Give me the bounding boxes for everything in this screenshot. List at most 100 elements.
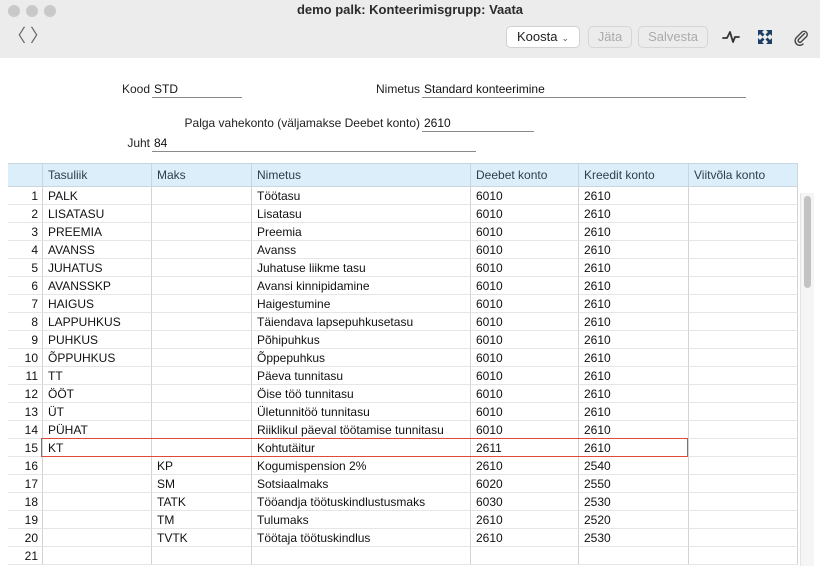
cell-nimetus[interactable]: Ületunnitöö tunnitasu: [251, 403, 470, 421]
cell-viitvola-konto[interactable]: [688, 223, 798, 241]
cell-deebet-konto[interactable]: 6010: [470, 367, 578, 385]
cell-kreedit-konto[interactable]: 2530: [578, 493, 688, 511]
table-row[interactable]: 1 PALK Töötasu 6010 2610: [8, 187, 798, 205]
cell-maks[interactable]: [151, 421, 251, 439]
cell-nimetus[interactable]: [251, 547, 470, 565]
cell-tasuliik[interactable]: HAIGUS: [42, 295, 151, 313]
cell-tasuliik[interactable]: [42, 547, 151, 565]
cell-tasuliik[interactable]: [42, 457, 151, 475]
back-button[interactable]: 〈: [8, 27, 26, 45]
column-header-deebet-konto[interactable]: Deebet konto: [470, 164, 578, 186]
table-row[interactable]: 3 PREEMIA Preemia 6010 2610: [8, 223, 798, 241]
cell-kreedit-konto[interactable]: 2610: [578, 205, 688, 223]
cell-tasuliik[interactable]: AVANSSKP: [42, 277, 151, 295]
table-row[interactable]: 10 ÕPPUHKUS Õppepuhkus 6010 2610: [8, 349, 798, 367]
cell-tasuliik[interactable]: KT: [42, 439, 151, 457]
vertical-scrollbar[interactable]: [800, 193, 814, 566]
table-row[interactable]: 18 TATK Tööandja töötuskindlustusmaks 6030 2…: [8, 493, 798, 511]
cell-viitvola-konto[interactable]: [688, 547, 798, 565]
cell-maks[interactable]: TM: [151, 511, 251, 529]
cell-tasuliik[interactable]: LAPPUHKUS: [42, 313, 151, 331]
cell-viitvola-konto[interactable]: [688, 367, 798, 385]
column-header-kreedit-konto[interactable]: Kreedit konto: [578, 164, 688, 186]
cell-nimetus[interactable]: Päeva tunnitasu: [251, 367, 470, 385]
cell-nimetus[interactable]: Öise töö tunnitasu: [251, 385, 470, 403]
cell-kreedit-konto[interactable]: 2610: [578, 277, 688, 295]
cell-maks[interactable]: [151, 547, 251, 565]
cell-kreedit-konto[interactable]: 2610: [578, 385, 688, 403]
cell-kreedit-konto[interactable]: 2540: [578, 457, 688, 475]
cell-nimetus[interactable]: Töötasu: [251, 187, 470, 205]
cell-kreedit-konto[interactable]: 2610: [578, 313, 688, 331]
cell-kreedit-konto[interactable]: 2610: [578, 331, 688, 349]
cell-viitvola-konto[interactable]: [688, 349, 798, 367]
cell-deebet-konto[interactable]: 6010: [470, 349, 578, 367]
cell-viitvola-konto[interactable]: [688, 421, 798, 439]
cell-maks[interactable]: [151, 439, 251, 457]
cell-kreedit-konto[interactable]: [578, 547, 688, 565]
table-row[interactable]: 20 TVTK Töötaja töötuskindlus 2610 2530: [8, 529, 798, 547]
cell-nimetus[interactable]: Täiendava lapsepuhkusetasu: [251, 313, 470, 331]
cell-kreedit-konto[interactable]: 2610: [578, 403, 688, 421]
cell-viitvola-konto[interactable]: [688, 529, 798, 547]
cell-nimetus[interactable]: Kohtutäitur: [251, 439, 470, 457]
cell-tasuliik[interactable]: PREEMIA: [42, 223, 151, 241]
cell-nimetus[interactable]: Lisatasu: [251, 205, 470, 223]
cell-maks[interactable]: [151, 367, 251, 385]
cell-nimetus[interactable]: Tööandja töötuskindlustusmaks: [251, 493, 470, 511]
cell-tasuliik[interactable]: [42, 475, 151, 493]
cell-deebet-konto[interactable]: 6010: [470, 277, 578, 295]
cell-viitvola-konto[interactable]: [688, 187, 798, 205]
cell-nimetus[interactable]: Juhatuse liikme tasu: [251, 259, 470, 277]
cell-viitvola-konto[interactable]: [688, 313, 798, 331]
cell-nimetus[interactable]: Avansi kinnipidamine: [251, 277, 470, 295]
cell-viitvola-konto[interactable]: [688, 457, 798, 475]
cell-kreedit-konto[interactable]: 2610: [578, 349, 688, 367]
cell-nimetus[interactable]: Töötaja töötuskindlus: [251, 529, 470, 547]
cell-kreedit-konto[interactable]: 2610: [578, 439, 688, 457]
table-row[interactable]: 16 KP Kogumispension 2% 2610 2540: [8, 457, 798, 475]
cell-deebet-konto[interactable]: 6010: [470, 241, 578, 259]
cell-kreedit-konto[interactable]: 2530: [578, 529, 688, 547]
cell-kreedit-konto[interactable]: 2520: [578, 511, 688, 529]
forward-button[interactable]: 〉: [30, 27, 48, 45]
cell-deebet-konto[interactable]: 6010: [470, 205, 578, 223]
activity-icon[interactable]: [722, 28, 740, 46]
cell-deebet-konto[interactable]: [470, 547, 578, 565]
column-header-nimetus[interactable]: Nimetus: [251, 164, 470, 186]
cell-kreedit-konto[interactable]: 2610: [578, 421, 688, 439]
cell-maks[interactable]: SM: [151, 475, 251, 493]
cell-maks[interactable]: [151, 331, 251, 349]
cell-tasuliik[interactable]: ÖÖT: [42, 385, 151, 403]
cell-tasuliik[interactable]: LISATASU: [42, 205, 151, 223]
cell-viitvola-konto[interactable]: [688, 331, 798, 349]
cell-kreedit-konto[interactable]: 2610: [578, 295, 688, 313]
cell-deebet-konto[interactable]: 2611: [470, 439, 578, 457]
palga-vahekonto-field[interactable]: 2610: [422, 116, 534, 132]
table-row[interactable]: 4 AVANSS Avanss 6010 2610: [8, 241, 798, 259]
cell-nimetus[interactable]: Preemia: [251, 223, 470, 241]
cell-nimetus[interactable]: Põhipuhkus: [251, 331, 470, 349]
cell-nimetus[interactable]: Riiklikul päeval töötamise tunnitasu: [251, 421, 470, 439]
cell-deebet-konto[interactable]: 2610: [470, 511, 578, 529]
cell-nimetus[interactable]: Õppepuhkus: [251, 349, 470, 367]
cell-tasuliik[interactable]: PUHKUS: [42, 331, 151, 349]
cell-deebet-konto[interactable]: 6010: [470, 331, 578, 349]
cell-nimetus[interactable]: Sotsiaalmaks: [251, 475, 470, 493]
cell-deebet-konto[interactable]: 6010: [470, 421, 578, 439]
cell-nimetus[interactable]: Kogumispension 2%: [251, 457, 470, 475]
cell-tasuliik[interactable]: [42, 529, 151, 547]
salvesta-button[interactable]: Salvesta: [638, 26, 708, 48]
cell-viitvola-konto[interactable]: [688, 295, 798, 313]
cell-deebet-konto[interactable]: 6010: [470, 259, 578, 277]
jata-button[interactable]: Jäta: [588, 26, 632, 48]
cell-nimetus[interactable]: Avanss: [251, 241, 470, 259]
cell-deebet-konto[interactable]: 2610: [470, 457, 578, 475]
cell-maks[interactable]: TATK: [151, 493, 251, 511]
cell-viitvola-konto[interactable]: [688, 493, 798, 511]
cell-viitvola-konto[interactable]: [688, 403, 798, 421]
cell-tasuliik[interactable]: PÜHAT: [42, 421, 151, 439]
cell-viitvola-konto[interactable]: [688, 205, 798, 223]
cell-maks[interactable]: KP: [151, 457, 251, 475]
table-row[interactable]: 15 KT Kohtutäitur 2611 2610: [8, 439, 798, 457]
